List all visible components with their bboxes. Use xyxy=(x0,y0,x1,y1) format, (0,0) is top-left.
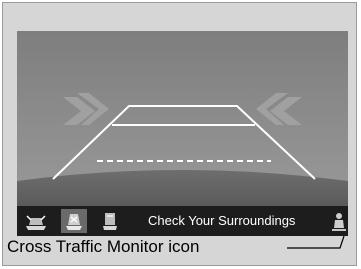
image-frame: Check Your Surroundings xyxy=(2,2,357,266)
normal-view-icon[interactable] xyxy=(61,209,87,233)
rear-camera-screen: Check Your Surroundings xyxy=(17,31,348,236)
wide-view-icon[interactable] xyxy=(23,209,49,233)
view-mode-bar: Check Your Surroundings xyxy=(17,206,348,236)
cross-traffic-monitor-icon xyxy=(331,210,347,232)
status-message: Check Your Surroundings xyxy=(148,213,296,228)
callout-label: Cross Traffic Monitor icon xyxy=(7,237,200,256)
top-down-view-icon[interactable] xyxy=(97,209,123,233)
